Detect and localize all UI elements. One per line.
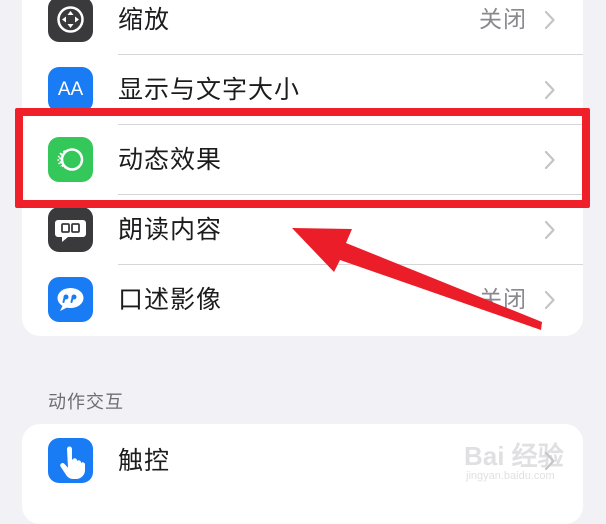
baidu-watermark: Bai 经验 jingyan.baidu.com [462,428,592,488]
annotation-arrow [292,228,542,330]
watermark-subtext: jingyan.baidu.com [466,470,555,482]
watermark-text: Bai 经验 [464,441,564,471]
